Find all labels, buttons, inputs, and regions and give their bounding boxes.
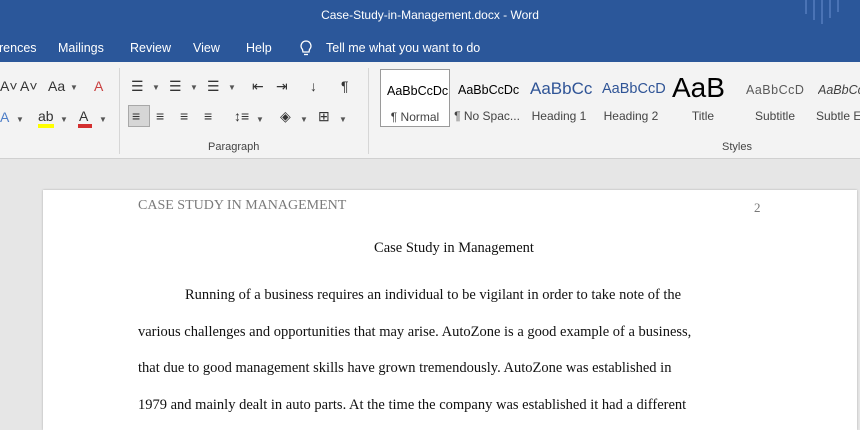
page-number: 2: [754, 200, 761, 215]
change-case-icon[interactable]: Aa: [48, 78, 65, 94]
numbering-icon[interactable]: ☰: [169, 78, 182, 94]
body-line: 1979 and mainly dealt in auto parts. At …: [138, 397, 687, 413]
sort-icon[interactable]: ↓: [310, 78, 317, 94]
styles-group-label: Styles: [722, 141, 752, 153]
tab-review[interactable]: Review: [130, 41, 171, 55]
paragraph-group-label: Paragraph: [208, 141, 260, 153]
chevron-down-icon[interactable]: ▼: [152, 83, 160, 92]
style-name: Subtitle: [754, 109, 796, 123]
style-no-spacing[interactable]: AaBbCcDc ¶ No Spac...: [452, 69, 522, 127]
grow-font-icon[interactable]: A˅: [20, 78, 38, 94]
decrease-indent-icon[interactable]: ⇤: [252, 78, 264, 94]
style-name: ¶ Normal: [390, 110, 440, 124]
office-pattern-icon: [805, 0, 839, 24]
style-name: Heading 1: [531, 109, 587, 123]
tab-view[interactable]: View: [193, 41, 220, 55]
style-preview: AaBbCcD: [746, 83, 805, 97]
lightbulb-icon: [300, 40, 312, 56]
chevron-down-icon[interactable]: ▼: [60, 115, 68, 124]
shading-icon[interactable]: ◈: [280, 108, 291, 124]
style-preview: AaB: [672, 72, 725, 103]
style-heading-1[interactable]: AaBbCc Heading 1: [524, 69, 594, 127]
line-spacing-icon[interactable]: ↕≡: [234, 108, 249, 124]
style-name: Subtle En: [816, 109, 860, 123]
style-preview: AaBbCc: [530, 79, 593, 98]
style-title[interactable]: AaB Title: [668, 69, 738, 127]
multilevel-list-icon[interactable]: ☰: [207, 78, 220, 94]
chevron-down-icon[interactable]: ▼: [99, 115, 107, 124]
ribbon-tabs: rences Mailings Review View Help Tell me…: [0, 34, 860, 62]
increase-indent-icon[interactable]: ⇥: [276, 78, 288, 94]
document-page[interactable]: CASE STUDY IN MANAGEMENT 2 Case Study in…: [43, 190, 857, 430]
shrink-font-icon[interactable]: A˅: [0, 78, 18, 94]
font-color-bar: [78, 124, 92, 128]
chevron-down-icon[interactable]: ▼: [228, 83, 236, 92]
chevron-down-icon[interactable]: ▼: [16, 115, 24, 124]
justify-icon[interactable]: ≡: [204, 108, 212, 124]
style-name: Title: [691, 109, 715, 123]
body-line: that due to good management skills have …: [138, 360, 672, 376]
clear-formatting-icon[interactable]: A: [94, 78, 103, 94]
align-center-icon[interactable]: ≡: [156, 108, 164, 124]
align-right-icon[interactable]: ≡: [180, 108, 188, 124]
style-preview: AaBbCcl: [818, 83, 860, 97]
style-name: ¶ No Spac...: [454, 109, 520, 123]
show-formatting-marks-icon[interactable]: ¶: [341, 78, 349, 94]
style-name: Heading 2: [603, 109, 659, 123]
body-line: various challenges and opportunities tha…: [138, 324, 692, 340]
chevron-down-icon[interactable]: ▼: [190, 83, 198, 92]
chevron-down-icon[interactable]: ▼: [339, 115, 347, 124]
body-line: Running of a business requires an indivi…: [185, 287, 682, 303]
style-preview: AaBbCcD: [602, 81, 666, 97]
style-heading-2[interactable]: AaBbCcD Heading 2: [596, 69, 666, 127]
tab-help[interactable]: Help: [246, 41, 272, 55]
borders-icon[interactable]: ⊞: [318, 108, 330, 124]
bullets-icon[interactable]: ☰: [131, 78, 144, 94]
group-divider: [119, 68, 120, 154]
chevron-down-icon[interactable]: ▼: [300, 115, 308, 124]
highlight-icon[interactable]: ab: [38, 108, 54, 124]
chevron-down-icon[interactable]: ▼: [70, 83, 78, 92]
styles-gallery: AaBbCcDc ¶ Normal AaBbCcDc ¶ No Spac... …: [378, 69, 860, 129]
style-preview: AaBbCcDc: [458, 83, 520, 97]
highlight-color-bar: [38, 124, 54, 128]
tab-mailings[interactable]: Mailings: [58, 41, 104, 55]
chevron-down-icon[interactable]: ▼: [256, 115, 264, 124]
style-subtitle[interactable]: AaBbCcD Subtitle: [740, 69, 810, 127]
group-divider: [368, 68, 369, 154]
style-normal[interactable]: AaBbCcDc ¶ Normal: [380, 69, 450, 127]
font-color-icon[interactable]: A: [79, 108, 88, 124]
style-preview: AaBbCcDc: [387, 84, 449, 98]
align-left-icon: ≡: [132, 108, 141, 124]
window-title: Case-Study-in-Management.docx - Word: [321, 8, 539, 22]
tell-me-search[interactable]: Tell me what you want to do: [326, 41, 480, 55]
text-effects-icon[interactable]: A: [0, 109, 9, 125]
document-title: Case Study in Management: [374, 240, 534, 256]
tab-references[interactable]: rences: [0, 41, 37, 55]
page-header: CASE STUDY IN MANAGEMENT: [138, 198, 347, 213]
style-subtle-emphasis[interactable]: AaBbCcl Subtle En: [812, 69, 860, 127]
title-bar: Case-Study-in-Management.docx - Word: [0, 0, 860, 34]
